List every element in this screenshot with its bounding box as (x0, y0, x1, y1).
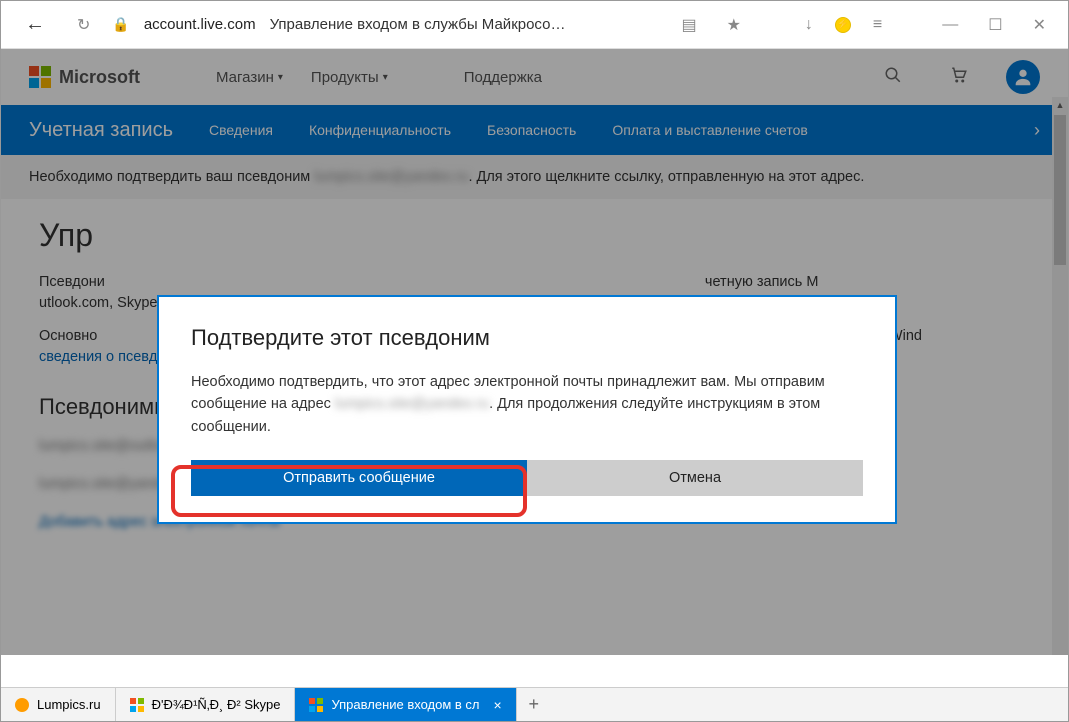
maximize-button[interactable]: ☐ (980, 15, 1010, 35)
send-message-button[interactable]: Отправить сообщение (191, 460, 527, 496)
url-text[interactable]: account.live.com (144, 16, 256, 33)
extension-icon[interactable]: ⚡ (835, 17, 851, 33)
cancel-button[interactable]: Отмена (527, 460, 863, 496)
confirm-alias-modal: Подтвердите этот псевдоним Необходимо по… (157, 295, 897, 524)
close-tab-icon[interactable]: × (494, 697, 502, 713)
microsoft-icon (309, 698, 323, 712)
page-title-bar: Управление входом в службы Майкросо… (270, 16, 660, 33)
taskbar-tab-lumpics[interactable]: Lumpics.ru (1, 688, 116, 721)
microsoft-icon (130, 698, 144, 712)
close-window-button[interactable]: ✕ (1025, 15, 1054, 35)
reload-button[interactable]: ↻ (69, 15, 98, 35)
lumpics-icon (15, 698, 29, 712)
minimize-button[interactable]: — (934, 16, 966, 34)
page-viewport: ▲ ▼ Microsoft Магазин▾ Продукты▾ Поддерж… (1, 49, 1068, 655)
new-tab-button[interactable]: + (517, 688, 551, 721)
modal-title: Подтвердите этот псевдоним (191, 325, 863, 351)
masked-email: lumpics.site@yandex.ru (335, 396, 489, 412)
modal-body: Необходимо подтвердить, что этот адрес э… (191, 371, 863, 438)
taskbar-tab-account[interactable]: Управление входом в сл × (295, 688, 516, 721)
taskbar: Lumpics.ru Đ'Đ¾Đ¹Ñ‚Đ¸ Đ² Skype Управлени… (1, 687, 1068, 721)
reader-icon[interactable]: ▤ (673, 15, 704, 35)
menu-icon[interactable]: ≡ (865, 16, 890, 34)
taskbar-tab-skype[interactable]: Đ'Đ¾Đ¹Ñ‚Đ¸ Đ² Skype (116, 688, 296, 721)
browser-toolbar: ← ↻ 🔒 account.live.com Управление входом… (1, 1, 1068, 49)
bookmark-icon[interactable]: ★ (719, 15, 749, 35)
back-button[interactable]: ← (15, 13, 55, 36)
downloads-icon[interactable]: ↓ (797, 16, 821, 34)
lock-icon: 🔒 (112, 16, 129, 33)
